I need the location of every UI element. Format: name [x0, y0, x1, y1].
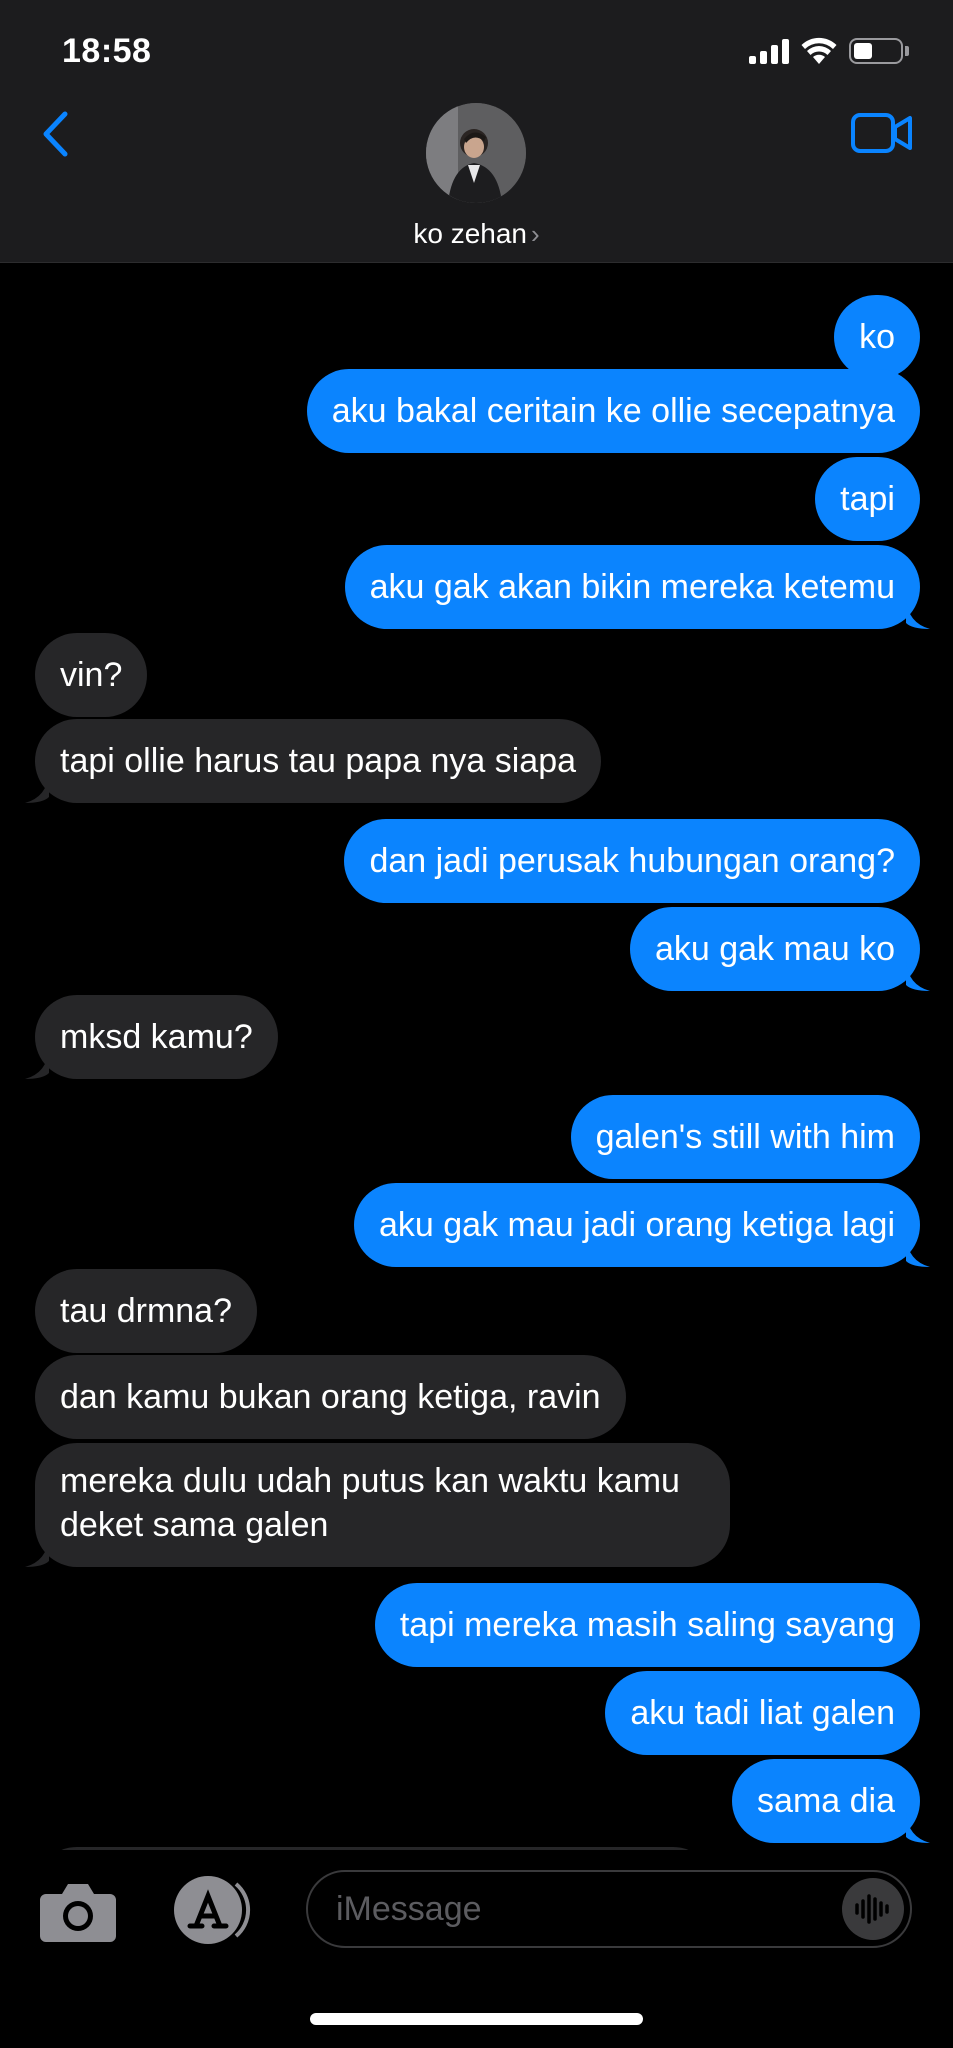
- message-bubble-received[interactable]: tapi ollie harus tau papa nya siapa: [25, 719, 602, 803]
- message-bubble-sent[interactable]: tapi mereka masih saling sayang: [374, 1583, 920, 1667]
- message-bubble-received[interactable]: vin?: [35, 633, 148, 717]
- message-text: sama dia: [757, 1782, 895, 1820]
- message-text: galen's still with him: [595, 1118, 895, 1156]
- message-bubble-sent[interactable]: tapi: [815, 457, 920, 541]
- contact-avatar[interactable]: [426, 103, 526, 203]
- bubble-tail: [906, 961, 930, 991]
- bubble-tail: [25, 773, 49, 803]
- message-text: vin?: [60, 656, 123, 694]
- message-text: aku tadi liat galen: [630, 1694, 895, 1732]
- app-store-icon: [174, 1876, 251, 1944]
- message-bubble-sent[interactable]: aku bakal ceritain ke ollie secepatnya: [306, 369, 920, 453]
- chevron-right-icon: ›: [530, 219, 540, 249]
- message-text: aku bakal ceritain ke ollie secepatnya: [331, 392, 895, 430]
- message-input[interactable]: [336, 1872, 816, 1946]
- bubble-tail: [906, 1237, 930, 1267]
- message-text: aku gak akan bikin mereka ketemu: [369, 568, 895, 606]
- chevron-left-icon: [43, 111, 68, 157]
- person-icon: [426, 103, 526, 203]
- message-text: aku gak mau ko: [654, 930, 895, 968]
- home-indicator[interactable]: [310, 2013, 643, 2025]
- message-text: mereka dulu udah putus kan waktu kamu de…: [60, 1462, 680, 1544]
- message-bubble-sent[interactable]: ko: [834, 295, 920, 379]
- message-bubble-sent[interactable]: galen's still with him: [570, 1095, 920, 1179]
- message-bubble-sent[interactable]: aku tadi liat galen: [605, 1671, 920, 1755]
- message-bubble-sent[interactable]: dan jadi perusak hubungan orang?: [344, 819, 920, 903]
- message-text: tau drmna?: [60, 1292, 232, 1330]
- message-bubble-sent[interactable]: aku gak akan bikin mereka ketemu: [344, 545, 930, 629]
- message-list[interactable]: ko aku bakal ceritain ke ollie secepatny…: [0, 263, 953, 1860]
- camera-button[interactable]: [38, 1878, 118, 1944]
- battery-icon: [849, 38, 909, 64]
- message-text: dan kamu bukan orang ketiga, ravin: [60, 1378, 601, 1416]
- message-text: aku gak mau jadi orang ketiga lagi: [379, 1206, 895, 1244]
- message-input-box: [306, 1870, 912, 1948]
- contact-name[interactable]: ko zehan ›: [0, 218, 953, 250]
- bubble-tail: [906, 599, 930, 629]
- message-bubble-received[interactable]: dan kamu bukan orang ketiga, ravin: [35, 1355, 626, 1439]
- bubble-tail: [25, 1049, 49, 1079]
- bubble-tail: [25, 1537, 49, 1567]
- message-bubble-received[interactable]: mereka dulu udah putus kan waktu kamu de…: [25, 1443, 730, 1567]
- message-text: tapi: [840, 480, 895, 518]
- contact-name-label: ko zehan: [413, 218, 527, 249]
- back-button[interactable]: [30, 106, 80, 162]
- message-text: tapi ollie harus tau papa nya siapa: [60, 742, 577, 780]
- video-camera-icon: [851, 113, 912, 153]
- wifi-icon: [801, 37, 837, 64]
- message-bubble-sent[interactable]: aku gak mau ko: [629, 907, 930, 991]
- message-text: mksd kamu?: [60, 1018, 253, 1056]
- message-text: tapi mereka masih saling sayang: [399, 1606, 895, 1644]
- message-text: ko: [859, 318, 895, 356]
- message-bubble-sent[interactable]: sama dia: [732, 1759, 930, 1843]
- camera-icon: [40, 1884, 116, 1942]
- audio-waveform-icon: [855, 1894, 889, 1924]
- facetime-video-button[interactable]: [847, 108, 917, 158]
- conversation-header: 18:58 ko zehan ›: [0, 0, 953, 263]
- message-text: dan jadi perusak hubungan orang?: [369, 842, 895, 880]
- message-bubble-received[interactable]: mksd kamu?: [25, 995, 278, 1079]
- status-icons: [749, 33, 909, 69]
- message-bubble-received[interactable]: tau drmna?: [35, 1269, 257, 1353]
- app-store-button[interactable]: [166, 1874, 256, 1946]
- status-time: 18:58: [62, 32, 152, 70]
- message-bubble-sent[interactable]: aku gak mau jadi orang ketiga lagi: [354, 1183, 930, 1267]
- bubble-tail: [906, 1813, 930, 1843]
- cellular-signal-icon: [749, 38, 789, 64]
- audio-message-button[interactable]: [842, 1878, 904, 1940]
